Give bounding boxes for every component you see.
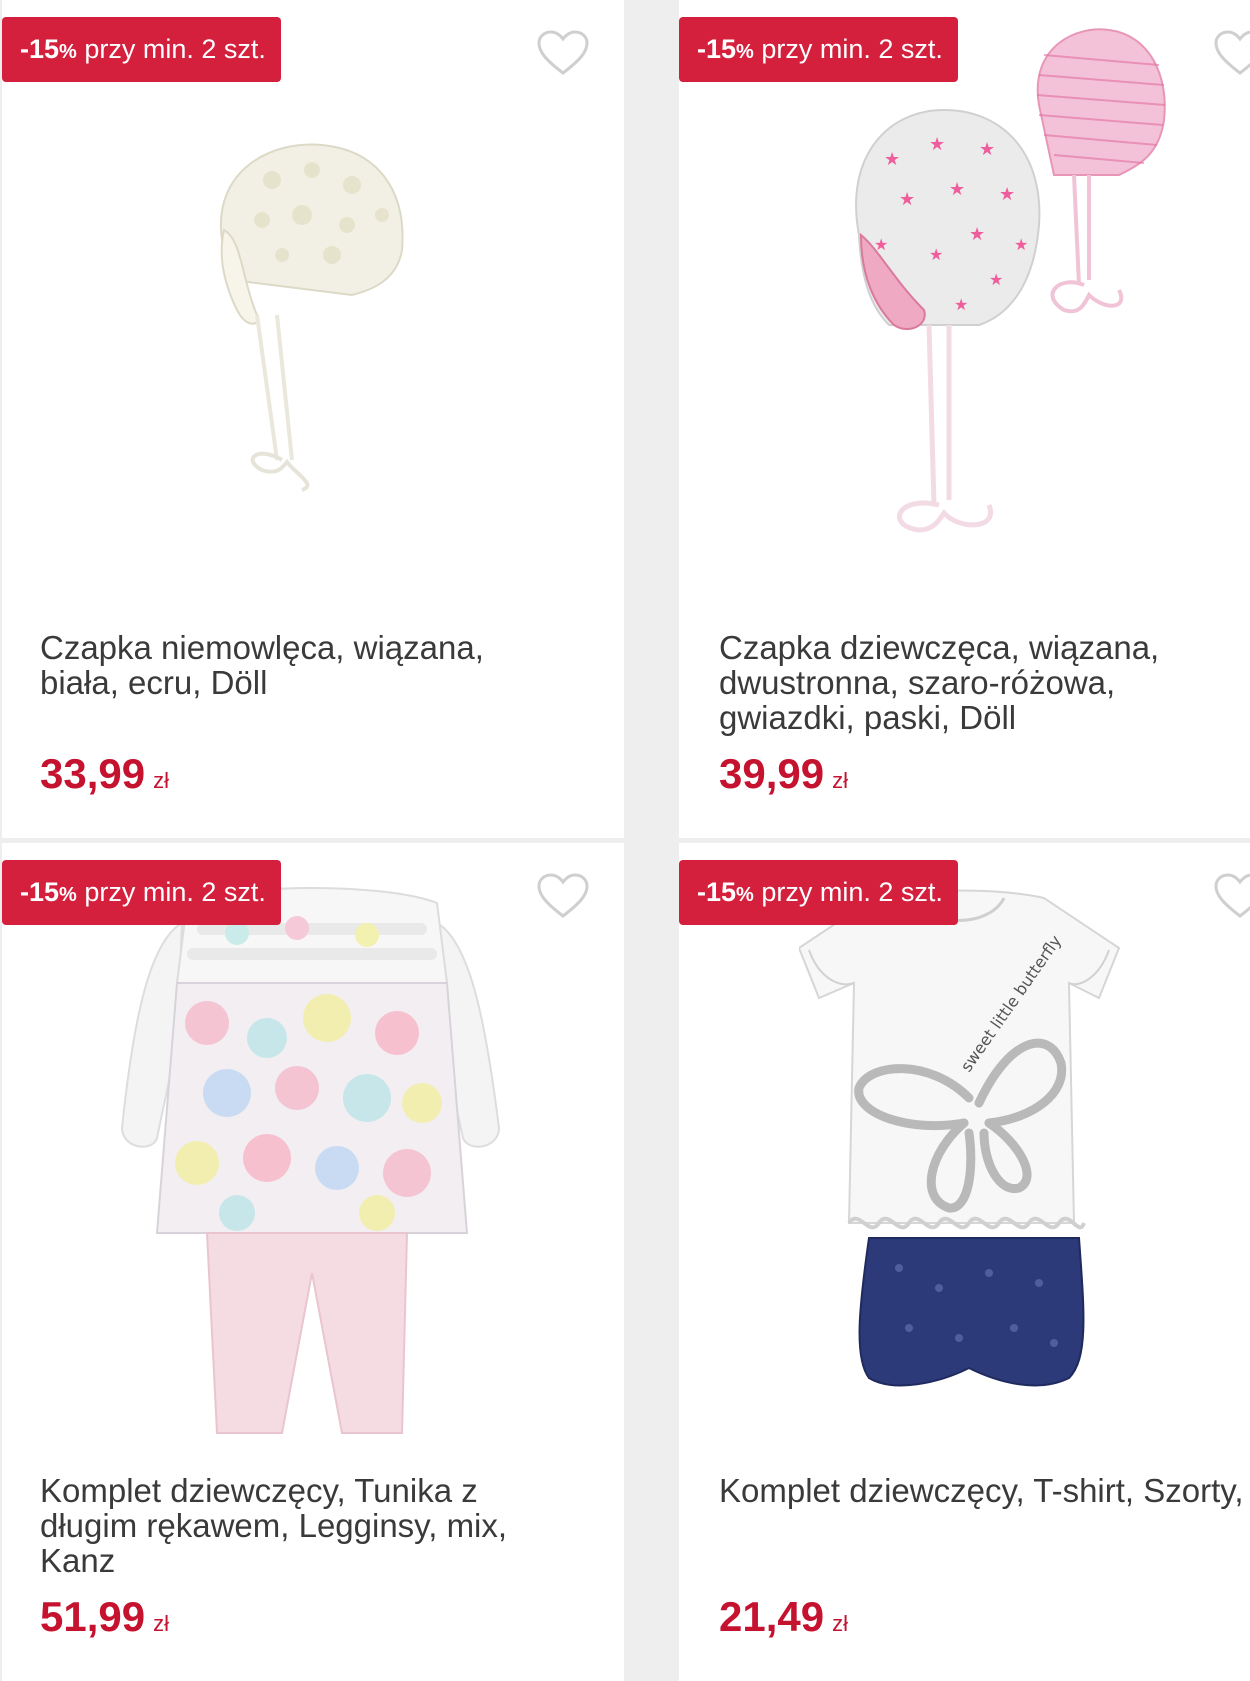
favorite-heart-icon[interactable] — [536, 873, 590, 919]
promo-discount: -15 — [20, 877, 60, 907]
promo-text: przy min. 2 szt. — [76, 34, 266, 64]
price-amount: 33,99 — [40, 750, 146, 797]
baby-bonnet-pink-stars-icon: ★ ★ ★ ★ ★ ★ ★ ★ ★ ★ ★ ★ — [855, 28, 1166, 533]
price-amount: 21,49 — [719, 1593, 825, 1640]
product-image[interactable]: ★ ★ ★ ★ ★ ★ ★ ★ ★ ★ ★ ★ — [679, 0, 1250, 600]
svg-text:★: ★ — [884, 149, 900, 169]
svg-text:★: ★ — [874, 237, 888, 254]
svg-text:★: ★ — [969, 224, 985, 244]
product-card[interactable]: -15% przy min. 2 szt. ★ ★ ★ ★ ★ ★ ★ ★ ★ … — [679, 0, 1250, 838]
price-currency: zł — [832, 1611, 848, 1636]
product-card[interactable]: -15% przy min. 2 szt. Czapka niemowlęca,… — [2, 0, 624, 838]
product-card[interactable]: -15% przy min. 2 szt. sweet little butte… — [679, 843, 1250, 1681]
product-title[interactable]: Komplet dziewczęcy, T-shirt, Szorty, mix… — [719, 1473, 1250, 1508]
product-title[interactable]: Czapka dziewczęca, wiązana, dwustronna, … — [719, 630, 1250, 735]
product-price: 51,99 zł — [40, 1593, 169, 1641]
product-card[interactable]: -15% przy min. 2 szt. Komplet dziewczęcy… — [2, 843, 624, 1681]
price-amount: 51,99 — [40, 1593, 146, 1640]
promo-text: przy min. 2 szt. — [76, 877, 266, 907]
favorite-heart-icon[interactable] — [1213, 30, 1250, 76]
product-price: 39,99 zł — [719, 750, 848, 798]
price-currency: zł — [153, 768, 169, 793]
favorite-heart-icon[interactable] — [1213, 873, 1250, 919]
promo-percent: % — [59, 884, 77, 906]
svg-text:★: ★ — [1014, 237, 1028, 254]
svg-text:★: ★ — [979, 139, 995, 159]
tshirt-shorts-set-icon: sweet little butterfly — [799, 889, 1121, 1387]
price-amount: 39,99 — [719, 750, 825, 797]
product-image[interactable] — [2, 843, 624, 1443]
promo-text: przy min. 2 szt. — [753, 34, 943, 64]
promo-badge: -15% przy min. 2 szt. — [2, 17, 281, 82]
product-title[interactable]: Komplet dziewczęcy, Tunika z długim ręka… — [40, 1473, 560, 1578]
svg-text:★: ★ — [929, 134, 945, 154]
baby-bonnet-white-icon — [219, 143, 404, 492]
product-price: 21,49 zł — [719, 1593, 848, 1641]
svg-text:★: ★ — [899, 189, 915, 209]
promo-badge: -15% przy min. 2 szt. — [679, 17, 958, 82]
tunic-leggings-set-icon — [120, 887, 501, 1434]
promo-badge: -15% przy min. 2 szt. — [2, 860, 281, 925]
product-price: 33,99 zł — [40, 750, 169, 798]
promo-discount: -15 — [697, 34, 737, 64]
promo-text: przy min. 2 szt. — [753, 877, 943, 907]
product-image[interactable] — [2, 0, 624, 600]
promo-discount: -15 — [697, 877, 737, 907]
price-currency: zł — [832, 768, 848, 793]
promo-percent: % — [736, 41, 754, 63]
product-image[interactable]: sweet little butterfly — [679, 843, 1250, 1443]
promo-badge: -15% przy min. 2 szt. — [679, 860, 958, 925]
product-grid: -15% przy min. 2 szt. Czapka niemowlęca,… — [0, 0, 1250, 1681]
svg-text:★: ★ — [929, 247, 943, 264]
favorite-heart-icon[interactable] — [536, 30, 590, 76]
product-title[interactable]: Czapka niemowlęca, wiązana, biała, ecru,… — [40, 630, 560, 700]
promo-percent: % — [59, 41, 77, 63]
price-currency: zł — [153, 1611, 169, 1636]
svg-text:★: ★ — [954, 297, 968, 314]
svg-text:★: ★ — [999, 184, 1015, 204]
svg-text:★: ★ — [949, 179, 965, 199]
promo-percent: % — [736, 884, 754, 906]
promo-discount: -15 — [20, 34, 60, 64]
svg-text:★: ★ — [989, 272, 1003, 289]
